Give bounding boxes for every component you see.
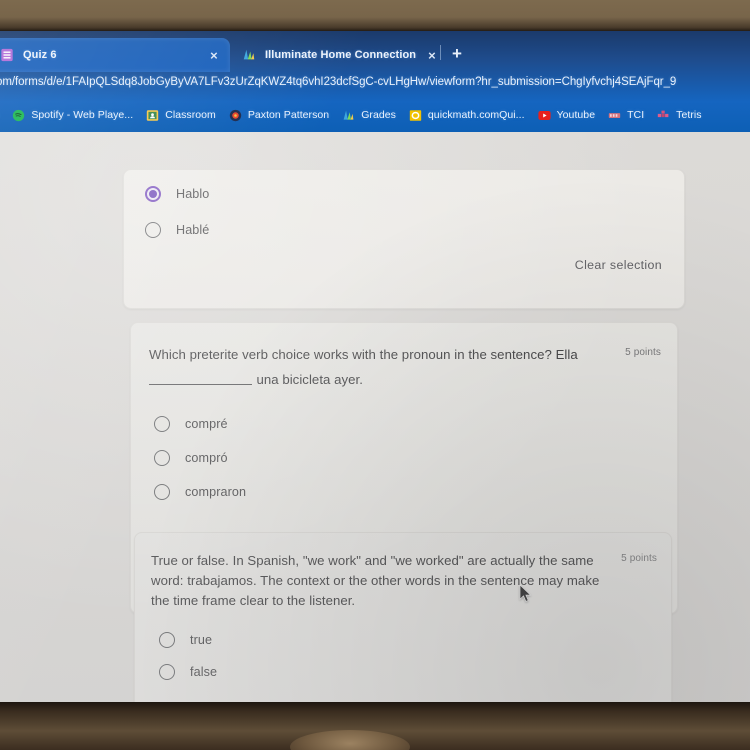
bookmark-label: quickmath.comQui... (427, 109, 525, 121)
option-label: Hablo (176, 187, 210, 201)
option-hable[interactable]: Hablé (145, 222, 209, 238)
bookmark-label: Grades (361, 109, 396, 121)
question-text: True or false. In Spanish, "we work" and… (151, 553, 600, 608)
google-forms-page: Hablo Hablé Clear selection Which preter… (0, 132, 750, 702)
forms-icon (1, 48, 13, 62)
option-label: Hablé (176, 223, 210, 237)
bookmark-label: Paxton Patterson (247, 109, 330, 121)
option-label: true (190, 633, 213, 647)
bookmark-item-tetris[interactable]: Tetris (657, 109, 702, 122)
option-label: compraron (185, 485, 247, 499)
tab-title: Quiz 6 (23, 49, 57, 61)
option-compre[interactable]: compré (154, 416, 228, 432)
question-text: Which preterite verb choice works with t… (149, 347, 578, 362)
bookmark-item-spotify[interactable]: Spotify - Web Playe... (12, 109, 133, 122)
monitor-bezel-bottom (0, 702, 750, 750)
bookmark-item-tci[interactable]: TCI (608, 109, 644, 122)
classroom-icon (147, 109, 159, 121)
question-header: Which preterite verb choice works with t… (131, 323, 677, 390)
tetris-icon (657, 110, 669, 117)
quickmath-icon (409, 109, 422, 121)
radio-button[interactable] (159, 632, 175, 648)
youtube-icon (537, 110, 551, 120)
clear-selection-button[interactable]: Clear selection (575, 258, 662, 272)
tab-close-icon[interactable]: × (424, 48, 440, 63)
bookmark-item-paxton-patterson[interactable]: Paxton Patterson (229, 109, 329, 122)
option-label: false (190, 665, 218, 679)
tab-close-icon[interactable]: × (206, 48, 222, 63)
option-hablo[interactable]: Hablo (145, 186, 209, 202)
option-true[interactable]: true (159, 632, 212, 648)
tab-divider (440, 45, 441, 60)
question-card-trabajamos: True or false. In Spanish, "we work" and… (134, 532, 672, 702)
radio-button[interactable] (145, 222, 161, 238)
bookmark-label: Tetris (676, 109, 702, 121)
tab-quiz-6[interactable]: Quiz 6 × (0, 38, 230, 72)
question-card-hablo: Hablo Hablé Clear selection (123, 169, 685, 309)
browser-chrome: Quiz 6 × Illuminate Home Connection × + (0, 31, 750, 132)
option-compro[interactable]: compró (154, 450, 228, 466)
option-label: compró (185, 451, 228, 465)
spotify-icon (13, 109, 25, 121)
bookmarks-bar: s Spotify - Web Playe... (0, 98, 750, 132)
screen: Quiz 6 × Illuminate Home Connection × + (0, 31, 750, 702)
bookmark-label: Youtube (556, 109, 596, 121)
bookmark-label: Spotify - Web Playe... (31, 109, 134, 121)
tci-icon (608, 112, 621, 118)
paxton-icon (229, 109, 242, 121)
radio-button[interactable] (154, 484, 170, 500)
illuminate-icon (243, 49, 255, 60)
address-bar[interactable]: om/forms/d/e/1FAIpQLSdq8JobGyByVA7LFv3zU… (0, 72, 750, 98)
points-label: 5 points (625, 347, 661, 358)
photo-frame: Quiz 6 × Illuminate Home Connection × + (0, 0, 750, 750)
question-header: True or false. In Spanish, "we work" and… (135, 533, 671, 611)
tab-title: Illuminate Home Connection (265, 49, 417, 61)
tab-illuminate-home-connection[interactable]: Illuminate Home Connection × (230, 38, 448, 72)
question-text-continued: una bicicleta ayer. (256, 372, 363, 387)
bookmark-item-classroom[interactable]: Classroom (146, 109, 216, 122)
option-false[interactable]: false (159, 664, 217, 680)
bookmark-item-quickmath[interactable]: quickmath.comQui... (409, 109, 525, 122)
answer-blank (149, 371, 252, 385)
option-compraron[interactable]: compraron (154, 484, 246, 500)
new-tab-button[interactable]: + (452, 45, 462, 62)
radio-button-selected[interactable] (145, 186, 161, 202)
bookmark-label: TCI (627, 109, 645, 121)
option-label: compré (185, 417, 228, 431)
illuminate-icon (343, 110, 354, 120)
url-text: om/forms/d/e/1FAIpQLSdq8JobGyByVA7LFv3zU… (0, 76, 677, 88)
radio-button[interactable] (154, 416, 170, 432)
bookmark-item-youtube[interactable]: Youtube (537, 109, 596, 122)
bookmark-item-grades[interactable]: Grades (342, 109, 396, 122)
radio-button[interactable] (154, 450, 170, 466)
radio-button[interactable] (159, 664, 175, 680)
monitor-bezel-top (0, 0, 750, 31)
bookmark-label: Classroom (165, 109, 216, 121)
points-label: 5 points (621, 553, 657, 564)
tab-strip: Quiz 6 × Illuminate Home Connection × + (0, 31, 750, 72)
